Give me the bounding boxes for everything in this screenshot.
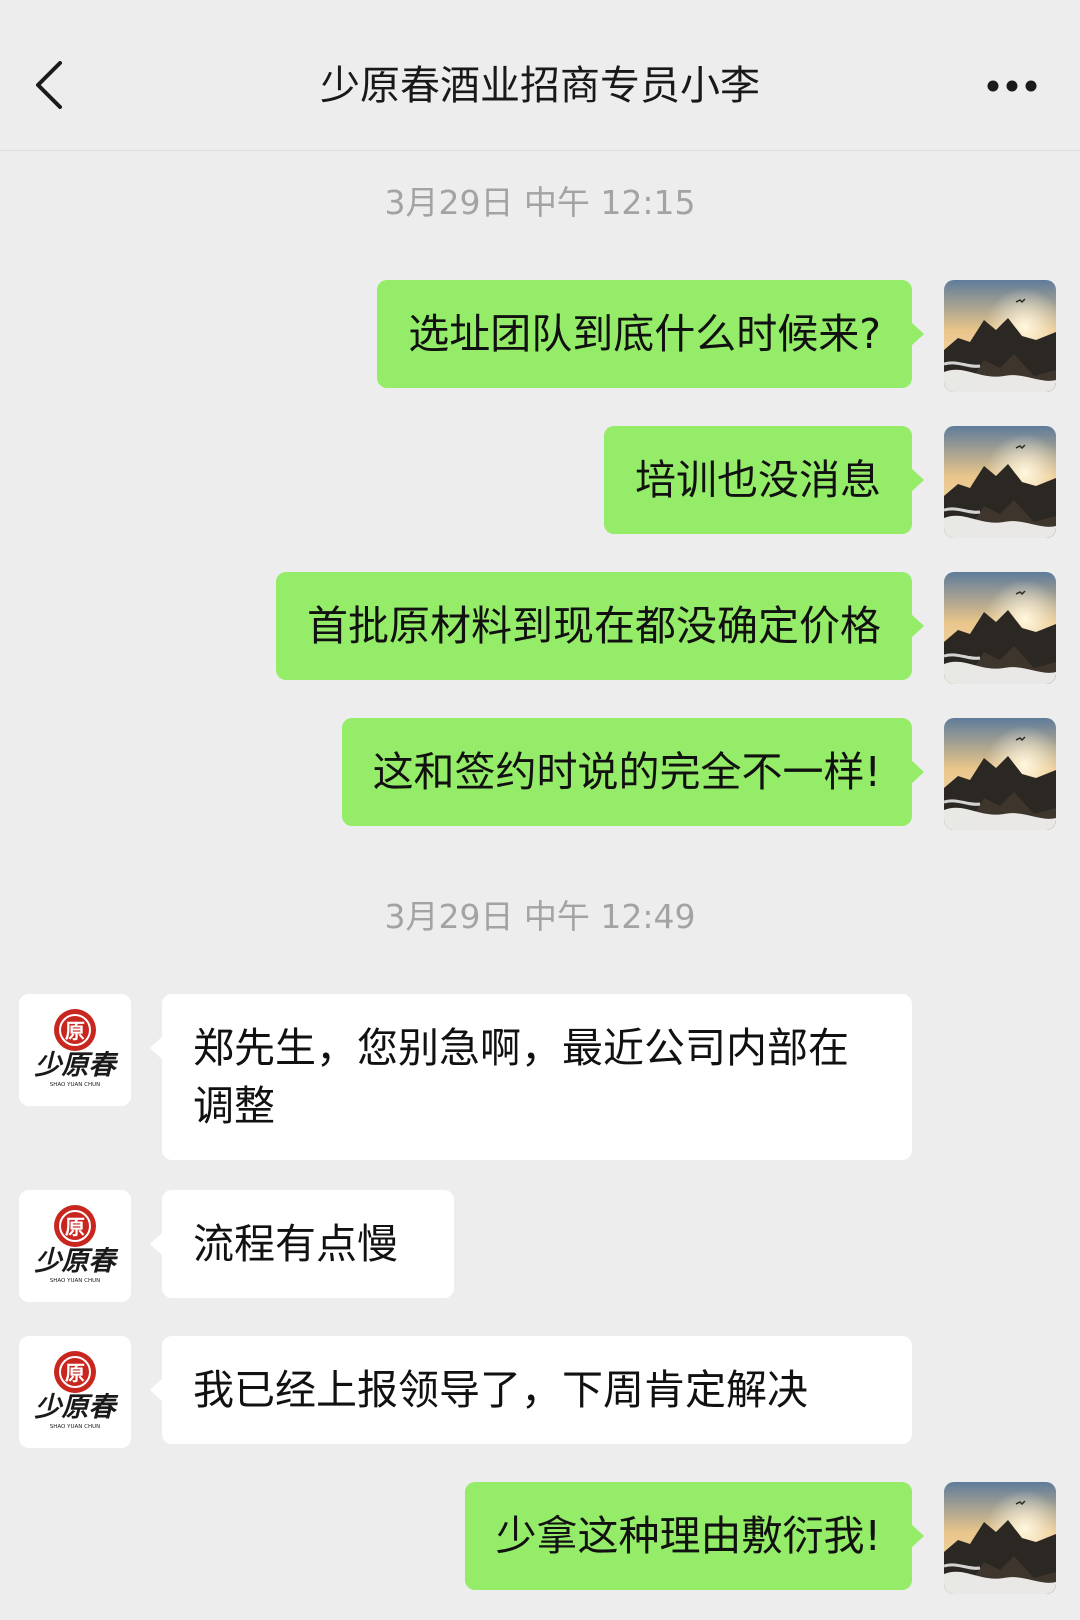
- message-bubble[interactable]: 流程有点慢: [150, 1190, 454, 1298]
- brand-logo-icon: [19, 1190, 131, 1302]
- message-bubble[interactable]: 郑先生，您别急啊，最近公司内部在调整: [150, 994, 912, 1160]
- my-avatar[interactable]: [944, 426, 1056, 538]
- more-dots-icon: [987, 80, 1037, 92]
- timestamp: 3月29日 中午 12:49: [384, 897, 696, 936]
- my-avatar[interactable]: [944, 572, 1056, 684]
- my-avatar[interactable]: [944, 280, 1056, 392]
- contact-avatar[interactable]: [19, 1190, 131, 1302]
- contact-avatar[interactable]: [19, 1336, 131, 1448]
- message-bubble[interactable]: 这和签约时说的完全不一样!: [341, 718, 925, 826]
- brand-logo-icon: [19, 994, 131, 1106]
- chat-header: 少原春酒业招商专员小李: [0, 0, 1080, 151]
- more-button[interactable]: [980, 66, 1044, 106]
- message-bubble[interactable]: 选址团队到底什么时候来?: [377, 280, 924, 388]
- brand-logo-icon: [19, 1336, 131, 1448]
- contact-avatar[interactable]: [19, 994, 131, 1106]
- back-button[interactable]: [24, 55, 74, 115]
- my-avatar[interactable]: [944, 718, 1056, 830]
- my-avatar[interactable]: [944, 1482, 1056, 1594]
- chat-title: 少原春酒业招商专员小李: [320, 63, 760, 109]
- message-bubble[interactable]: 首批原材料到现在都没确定价格: [276, 572, 924, 680]
- timestamp: 3月29日 中午 12:15: [384, 183, 696, 222]
- message-bubble[interactable]: 我已经上报领导了，下周肯定解决: [150, 1336, 912, 1444]
- chevron-left-icon: [36, 61, 62, 109]
- message-bubble[interactable]: 培训也没消息: [604, 426, 924, 534]
- message-bubble[interactable]: 少拿这种理由敷衍我!: [464, 1482, 925, 1590]
